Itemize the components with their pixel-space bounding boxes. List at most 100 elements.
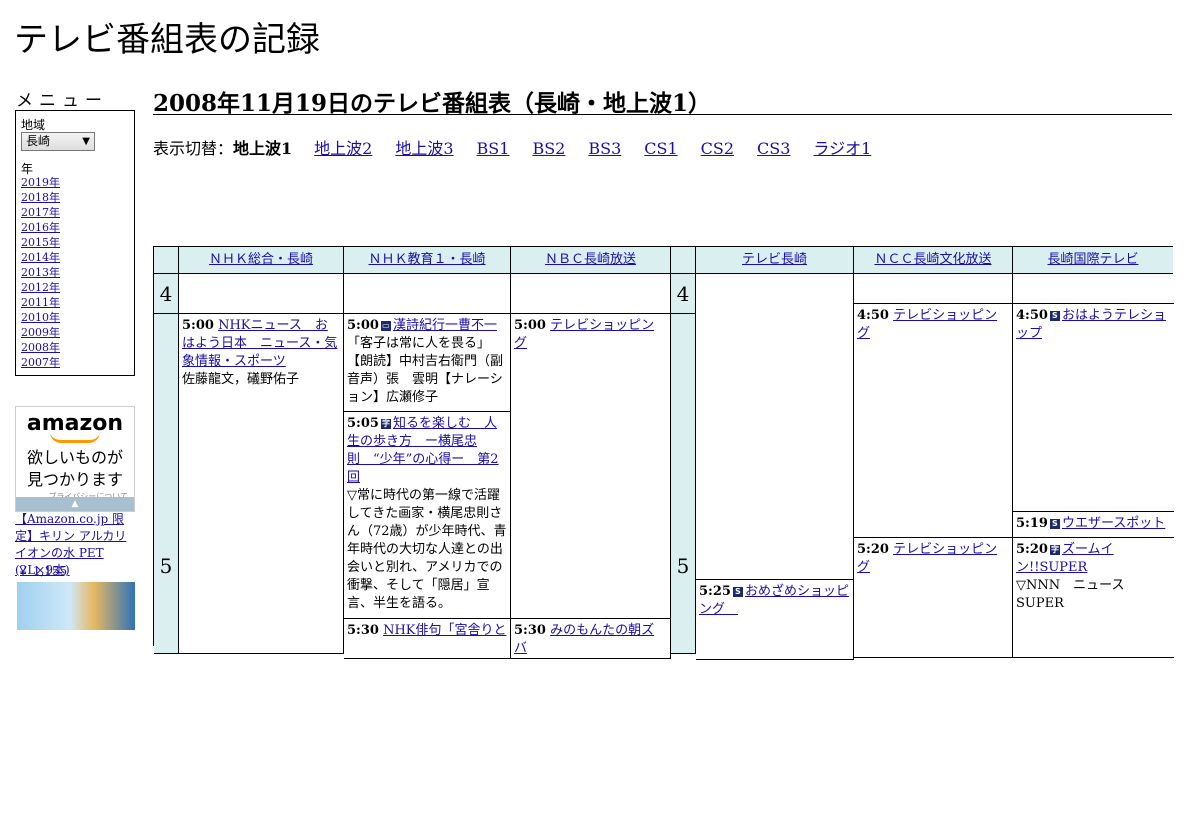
switch-link-bs3[interactable]: BS3 (588, 139, 621, 158)
year-link[interactable]: 2016年 (21, 221, 60, 234)
ad-tagline: 欲しいものが 見つかります (16, 447, 134, 491)
switch-link-bs1[interactable]: BS1 (477, 139, 510, 158)
program-cell-empty (696, 274, 854, 580)
caption-icon: ▭ (380, 321, 391, 331)
program-time: 4:50 (857, 308, 889, 323)
program-cell: 5:30 みのもんたの朝ズバ (511, 619, 671, 659)
program-title-link[interactable]: ウエザースポット (1062, 516, 1165, 531)
program-cell: 5:25 S おめざめショッピング (696, 580, 854, 660)
program-cell-empty (344, 274, 511, 314)
ad-tagline-line1: 欲しいものが (26, 448, 123, 467)
program-time: 5:20 (857, 542, 889, 557)
menu-box: 地域 長崎 ▼ 年 2019年 2018年 2017年 2016年 2015年 … (15, 110, 135, 376)
year-link[interactable]: 2019年 (21, 176, 60, 189)
hour-label: 4 (154, 274, 179, 314)
switch-link-chijo3[interactable]: 地上波3 (395, 139, 453, 158)
year-link[interactable]: 2007年 (21, 356, 60, 369)
program-cell: 5:20 字ズームイン!!SUPER ▽NNN ニュースSUPER (1013, 538, 1174, 658)
program-cell: 5:00 NHKニュース おはよう日本 ニュース・気象情報・スポーツ 佐藤龍文，… (179, 314, 344, 654)
channel-link-ncc[interactable]: ＮＣＣ長崎文化放送 (874, 252, 991, 267)
year-link[interactable]: 2011年 (21, 296, 60, 309)
region-select-value: 長崎 (26, 134, 51, 148)
year-link[interactable]: 2017年 (21, 206, 60, 219)
region-select[interactable]: 長崎 ▼ (21, 132, 95, 151)
year-link[interactable]: 2014年 (21, 251, 60, 264)
program-cell: 5:00 テレビショッピング (511, 314, 671, 619)
channel-header: 長崎国際テレビ (1013, 247, 1173, 274)
year-link[interactable]: 2008年 (21, 341, 60, 354)
ad-tagline-line2: 見つかります (26, 470, 123, 489)
year-link[interactable]: 2013年 (21, 266, 60, 279)
stereo-icon: S (1049, 311, 1060, 321)
channel-header: ＮＢＣ長崎放送 (511, 247, 671, 274)
channel-header: テレビ長崎 (696, 247, 854, 274)
data-broadcast-icon: 字 (1049, 545, 1060, 555)
program-cell: 5:00 ▭ 漢詩紀行一曹不一 「客子は常に人を畏る」【朗読】中村吉右衛門（副音声）… (344, 314, 511, 412)
program-cell: 4:50 S おはようテレショップ (1013, 304, 1174, 512)
switch-link-chijo2[interactable]: 地上波2 (314, 139, 372, 158)
amazon-logo: amazon (26, 411, 124, 436)
channel-link-ktn[interactable]: テレビ長崎 (742, 252, 807, 267)
switch-link-cs1[interactable]: CS1 (644, 139, 677, 158)
page-title: 2008年11月19日のテレビ番組表（長崎・地上波1） (153, 90, 712, 117)
program-time: 4:50 (1016, 308, 1048, 323)
program-time: 5:30 (514, 623, 546, 638)
stereo-icon: S (732, 587, 743, 597)
site-title: テレビ番組表の記録 (14, 20, 320, 60)
year-list: 2019年 2018年 2017年 2016年 2015年 2014年 2013… (21, 175, 60, 370)
channel-header: ＮＣＣ長崎文化放送 (854, 247, 1013, 274)
program-title-link[interactable]: 漢詩紀行一曹不一 (393, 318, 497, 333)
program-cell-empty (1013, 274, 1174, 304)
hour-label: 5 (154, 314, 179, 654)
hour-header-mid (671, 247, 696, 274)
year-link[interactable]: 2009年 (21, 326, 60, 339)
program-time: 5:00 (347, 318, 379, 333)
stereo-icon: S (1049, 519, 1060, 529)
program-title-link[interactable]: NHK俳句「宮舎りと (383, 623, 506, 638)
channel-link-nhk-sogo[interactable]: ＮＨＫ総合・長崎 (209, 252, 313, 267)
year-link[interactable]: 2015年 (21, 236, 60, 249)
hour-label: 5 (671, 314, 696, 654)
channel-header: ＮＨＫ教育１・長崎 (344, 247, 511, 274)
channel-link-nhk-kyoiku[interactable]: ＮＨＫ教育１・長崎 (368, 252, 485, 267)
program-time: 5:00 (514, 318, 546, 333)
ad-collapse-bar[interactable]: ▲ (16, 497, 134, 511)
program-cell-empty (511, 274, 671, 314)
amazon-ad-banner[interactable]: amazon 欲しいものが 見つかります プライバシーについて ▲ (15, 406, 135, 512)
program-cell: 4:50 テレビショッピング (854, 304, 1013, 538)
region-label: 地域 (21, 118, 46, 132)
program-cell: 5:05 字知るを楽しむ 人生の歩き方 ー横尾忠則 “少年”の心得ー 第2回 ▽常… (344, 412, 511, 619)
ad-product-price: ￥ 1,155 (17, 564, 68, 578)
ad-product-image[interactable] (17, 582, 135, 630)
program-time: 5:20 (1016, 542, 1048, 557)
switch-current: 地上波1 (233, 139, 293, 158)
year-link[interactable]: 2010年 (21, 311, 60, 324)
program-grid: ＮＨＫ総合・長崎 ＮＨＫ教育１・長崎 ＮＢＣ長崎放送 テレビ長崎 ＮＣＣ長崎文化… (153, 246, 1174, 660)
program-time: 5:00 (182, 318, 214, 333)
program-cell: 5:19 S ウエザースポット (1013, 512, 1174, 538)
program-cell: 5:30 NHK俳句「宮舎りと (344, 619, 511, 659)
menu-heading: メニュー (16, 91, 108, 111)
program-time: 5:30 (347, 623, 379, 638)
year-link[interactable]: 2018年 (21, 191, 60, 204)
switch-link-cs3[interactable]: CS3 (757, 139, 790, 158)
program-desc: 佐藤龍文，礒野佑子 (182, 372, 300, 387)
switch-link-cs2[interactable]: CS2 (701, 139, 734, 158)
channel-header: ＮＨＫ総合・長崎 (179, 247, 344, 274)
program-cell: 5:20 テレビショッピング (854, 538, 1013, 658)
title-divider (153, 114, 1172, 115)
channel-link-nib[interactable]: 長崎国際テレビ (1047, 252, 1138, 267)
switch-link-bs2[interactable]: BS2 (532, 139, 565, 158)
program-time: 5:05 (347, 416, 379, 431)
chevron-up-icon: ▲ (71, 499, 79, 509)
program-time: 5:19 (1016, 516, 1048, 531)
hour-header-left (154, 247, 179, 274)
channel-link-nbc[interactable]: ＮＢＣ長崎放送 (545, 252, 636, 267)
year-link[interactable]: 2012年 (21, 281, 60, 294)
chevron-down-icon: ▼ (82, 136, 90, 147)
program-time: 5:25 (699, 584, 731, 599)
program-desc: ▽NNN ニュースSUPER (1016, 578, 1125, 611)
switch-link-radio1[interactable]: ラジオ1 (813, 139, 871, 158)
view-switcher: 表示切替：地上波1 地上波2 地上波3 BS1 BS2 BS3 CS1 CS2 CS3 ラジオ1 (153, 135, 894, 159)
program-cell-empty (854, 274, 1013, 304)
